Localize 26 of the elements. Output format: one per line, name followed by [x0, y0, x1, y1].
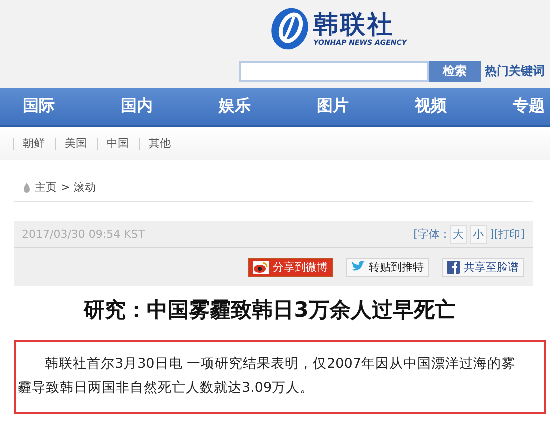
subnav-item[interactable]: 朝鲜: [13, 138, 55, 150]
article-title: 研究：中国雾霾致韩日3万余人过早死亡: [82, 297, 457, 324]
search-button[interactable]: 检索: [429, 61, 481, 82]
font-size-label: [字体 :: [414, 226, 448, 242]
nav-item[interactable]: 国内: [121, 96, 219, 117]
font-small-button[interactable]: 小: [470, 224, 488, 244]
logo-name: 韩联社: [314, 11, 396, 39]
nav-item[interactable]: 娱乐: [219, 96, 317, 117]
subnav-item[interactable]: 中国: [97, 138, 139, 150]
font-large-button[interactable]: 大: [450, 224, 468, 244]
hot-keywords-link[interactable]: 热门关键词: [485, 63, 545, 80]
breadcrumb-link[interactable]: 滚动: [74, 180, 96, 195]
nav-item[interactable]: 专题: [513, 96, 545, 117]
breadcrumb-link[interactable]: 主页: [35, 180, 57, 195]
nav-item[interactable]: 视频: [415, 96, 513, 117]
subnav-item[interactable]: 美国: [55, 138, 97, 150]
breadcrumb-separator: >: [61, 181, 70, 194]
share-button[interactable]: 共享至脸谱: [442, 258, 524, 276]
print-link[interactable]: ][打印]: [490, 226, 525, 242]
lead-paragraph: 韩联社首尔3月30日电 一项研究结果表明，仅2007年因从中国漂洋过海的雾霾导致韩日两国非自然死亡人数就达3.09万人。: [18, 355, 516, 398]
share-button[interactable]: 转贴到推特: [346, 258, 429, 276]
share-button[interactable]: 分享到微博: [248, 258, 333, 276]
nav-item[interactable]: 图片: [317, 96, 415, 117]
timestamp: 2017/03/30 09:54 KST: [22, 228, 146, 240]
subnav-item[interactable]: 其他: [139, 138, 181, 150]
nav-item[interactable]: 国际: [23, 96, 121, 117]
